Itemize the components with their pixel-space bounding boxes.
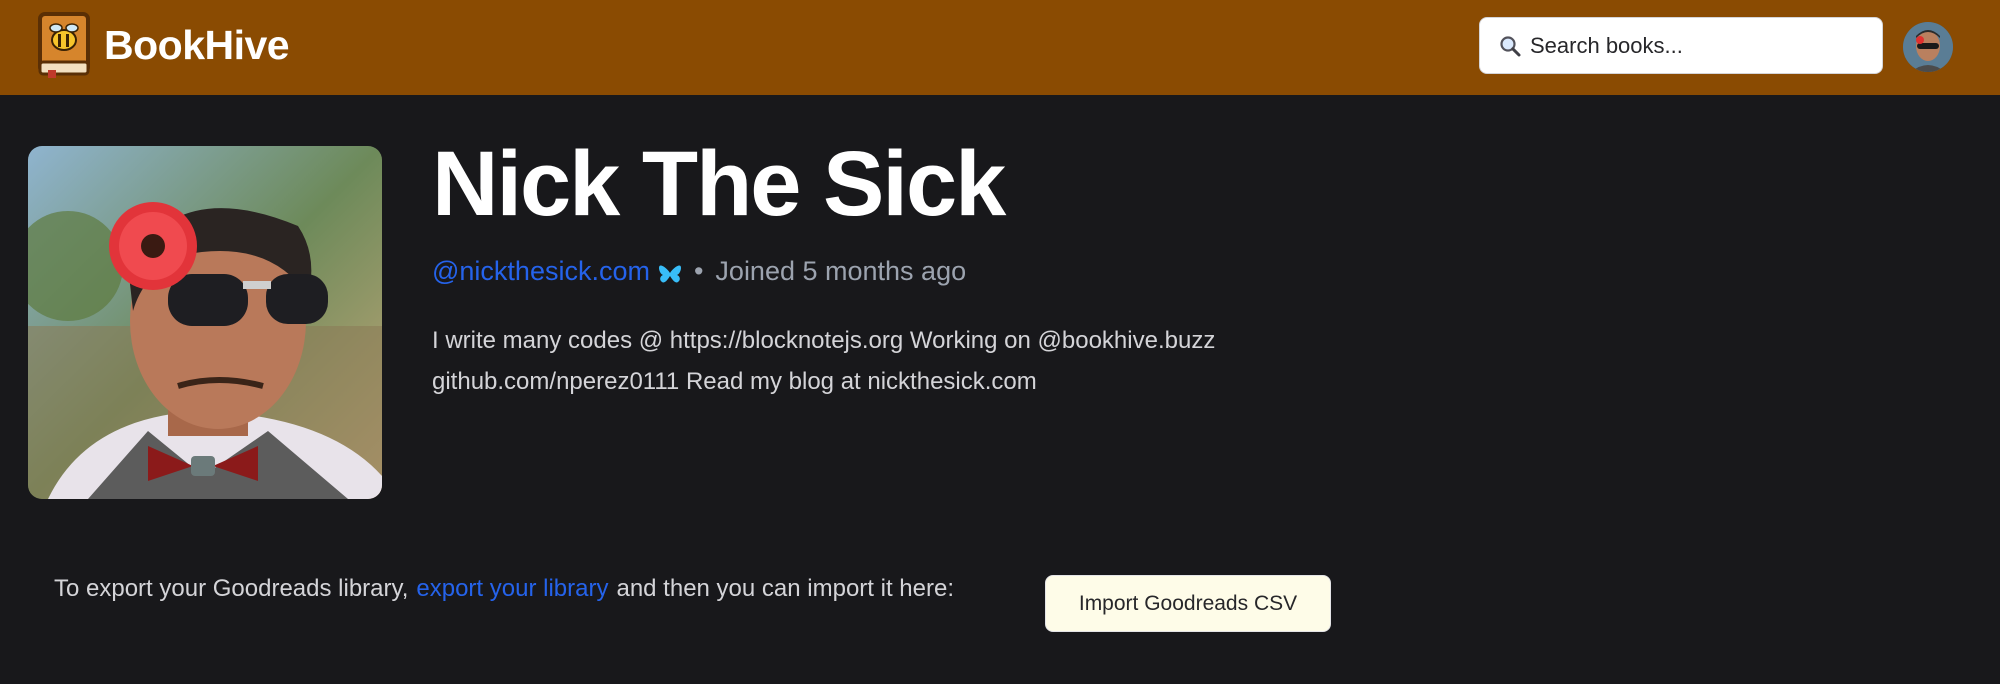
joined-date: Joined 5 months ago [715, 256, 967, 286]
import-text-after: and then you can import it here: [616, 575, 955, 602]
import-goodreads-button[interactable]: Import Goodreads CSV [1045, 575, 1331, 632]
brand-title[interactable]: BookHive [104, 22, 290, 69]
export-library-link[interactable]: export your library [416, 575, 608, 603]
profile-meta: @nickthesick.com • Joined 5 months ago [432, 254, 966, 288]
butterfly-icon [658, 260, 682, 283]
meta-separator: • [693, 256, 704, 286]
search-icon [1498, 34, 1522, 58]
search-box[interactable] [1479, 17, 1883, 74]
import-text-before: To export your Goodreads library, [54, 575, 409, 602]
profile-handle-link[interactable]: @nickthesick.com [432, 254, 650, 288]
user-avatar[interactable] [1903, 22, 1953, 72]
search-input[interactable] [1530, 28, 1870, 64]
top-navbar: BookHive [0, 0, 2000, 95]
profile-name: Nick The Sick [432, 133, 1006, 235]
import-instructions: To export your Goodreads library, export… [54, 575, 954, 603]
profile-bio: I write many codes @ https://blocknotejs… [432, 327, 1216, 395]
profile-avatar [28, 146, 382, 499]
bookhive-logo-icon[interactable] [36, 10, 92, 79]
